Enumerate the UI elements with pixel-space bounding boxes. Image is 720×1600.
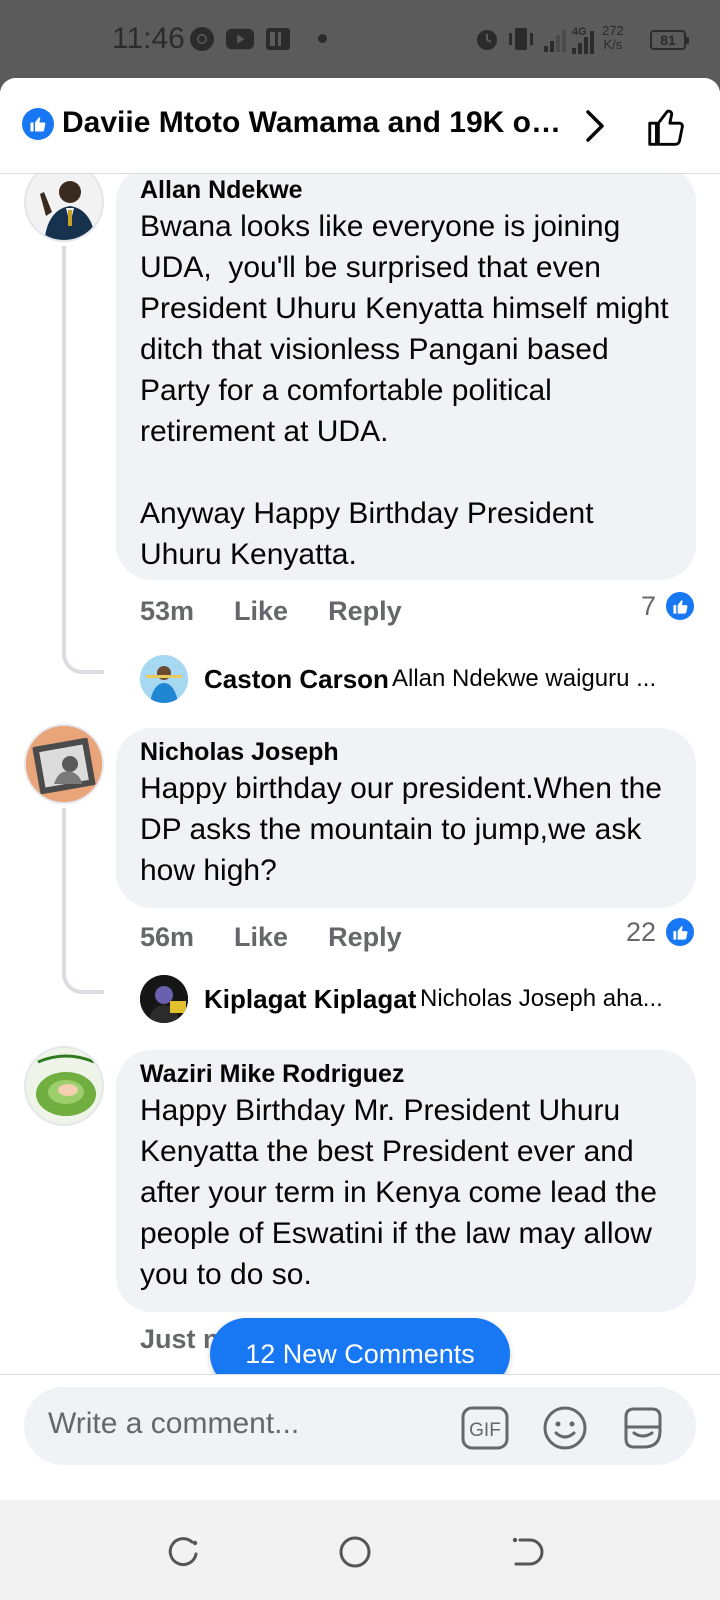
avatar[interactable]: [140, 975, 188, 1023]
comments-sheet: Daviie Mtoto Wamama and 19K o… Allan Nde…: [0, 78, 720, 1500]
comment-text: Happy Birthday Mr. President Uhuru Kenya…: [140, 1094, 666, 1291]
back-button[interactable]: [508, 1534, 544, 1570]
svg-text:GIF: GIF: [469, 1420, 501, 1441]
reactions-summary[interactable]: Daviie Mtoto Wamama and 19K o…: [62, 106, 562, 140]
comments-feed[interactable]: Allan Ndekwe Bwana looks like everyone i…: [0, 174, 720, 1480]
status-time: 11:46: [112, 22, 185, 55]
comment-text: Bwana looks like everyone is joining UDA…: [140, 210, 669, 571]
sticker-icon[interactable]: [618, 1403, 668, 1453]
comments-header: Daviie Mtoto Wamama and 19K o…: [0, 78, 720, 174]
comment-actions: Just n: [140, 1324, 220, 1355]
battery-indicator: 81: [650, 30, 689, 50]
vibrate-icon: [509, 28, 533, 50]
comment-input-box[interactable]: Write a comment... GIF: [24, 1387, 696, 1465]
network-speed: 272 K/s: [602, 24, 624, 52]
comment-time[interactable]: 53m: [140, 596, 194, 627]
status-bar: 11:46 4G 272 K/s 81: [0, 0, 720, 80]
reaction-count-value: 22: [625, 916, 656, 947]
thread-line: [62, 808, 104, 994]
notification-dot: [318, 34, 327, 43]
avatar[interactable]: [140, 655, 188, 703]
signal-4g-icon: 4G: [572, 26, 594, 54]
system-indicators: 4G 272 K/s 81: [460, 22, 720, 58]
comment-time[interactable]: 56m: [140, 922, 194, 953]
like-reaction-icon: [664, 916, 696, 948]
home-button[interactable]: [337, 1534, 373, 1570]
reaction-count[interactable]: 22: [626, 916, 696, 948]
avatar[interactable]: [24, 1046, 104, 1126]
svg-text:4G: 4G: [572, 26, 587, 38]
reply-text: Allan Ndekwe waiguru ...: [392, 665, 657, 692]
thread-line: [62, 246, 104, 674]
like-button[interactable]: Like: [234, 922, 288, 953]
notification-icons: [188, 26, 292, 52]
comment-author[interactable]: Waziri Mike Rodriguez: [140, 1058, 672, 1090]
messaging-app-icon: [264, 26, 292, 52]
chevron-right-icon[interactable]: [580, 106, 610, 146]
comment-author[interactable]: Nicholas Joseph: [140, 736, 672, 768]
reply-author[interactable]: Caston Carson: [204, 664, 389, 695]
emoji-icon[interactable]: [540, 1403, 590, 1453]
like-button[interactable]: Like: [234, 596, 288, 627]
system-navigation-bar: [0, 1500, 720, 1600]
comment-composer: Write a comment... GIF: [0, 1374, 720, 1476]
network-speed-unit: K/s: [603, 37, 623, 52]
reply-button[interactable]: Reply: [328, 922, 402, 953]
like-reaction-icon: [22, 108, 54, 140]
reply-preview[interactable]: Caston Carson Allan Ndekwe waiguru ...: [140, 654, 700, 704]
network-speed-value: 272: [602, 23, 624, 38]
comment-bubble[interactable]: Waziri Mike Rodriguez Happy Birthday Mr.…: [116, 1050, 696, 1312]
reaction-count-value: 7: [640, 590, 656, 621]
comment-bubble[interactable]: Nicholas Joseph Happy birthday our presi…: [116, 728, 696, 908]
recent-apps-button[interactable]: [166, 1534, 202, 1570]
gif-icon[interactable]: GIF: [460, 1403, 510, 1453]
comment-text: Happy birthday our president.When the DP…: [140, 772, 671, 887]
signal-icon: [544, 30, 566, 52]
comment-author[interactable]: Allan Ndekwe: [140, 174, 672, 206]
comment-actions: 56m Like Reply: [140, 922, 402, 953]
reaction-count[interactable]: 7: [641, 590, 696, 622]
chrome-icon: [188, 26, 216, 52]
reply-button[interactable]: Reply: [328, 596, 402, 627]
comment-bubble[interactable]: Allan Ndekwe Bwana looks like everyone i…: [116, 174, 696, 580]
like-reaction-icon: [664, 590, 696, 622]
reply-preview[interactable]: Kiplagat Kiplagat Nicholas Joseph aha...: [140, 974, 700, 1024]
reply-author[interactable]: Kiplagat Kiplagat: [204, 984, 416, 1015]
comment-actions: 53m Like Reply: [140, 596, 402, 627]
comment-time[interactable]: Just n: [140, 1324, 220, 1355]
comment-input[interactable]: Write a comment...: [48, 1407, 299, 1441]
reply-text: Nicholas Joseph aha...: [420, 985, 663, 1012]
avatar[interactable]: [24, 174, 104, 242]
alarm-icon: [477, 30, 497, 50]
youtube-icon: [226, 26, 254, 52]
avatar[interactable]: [24, 724, 104, 804]
like-post-button[interactable]: [644, 104, 690, 150]
